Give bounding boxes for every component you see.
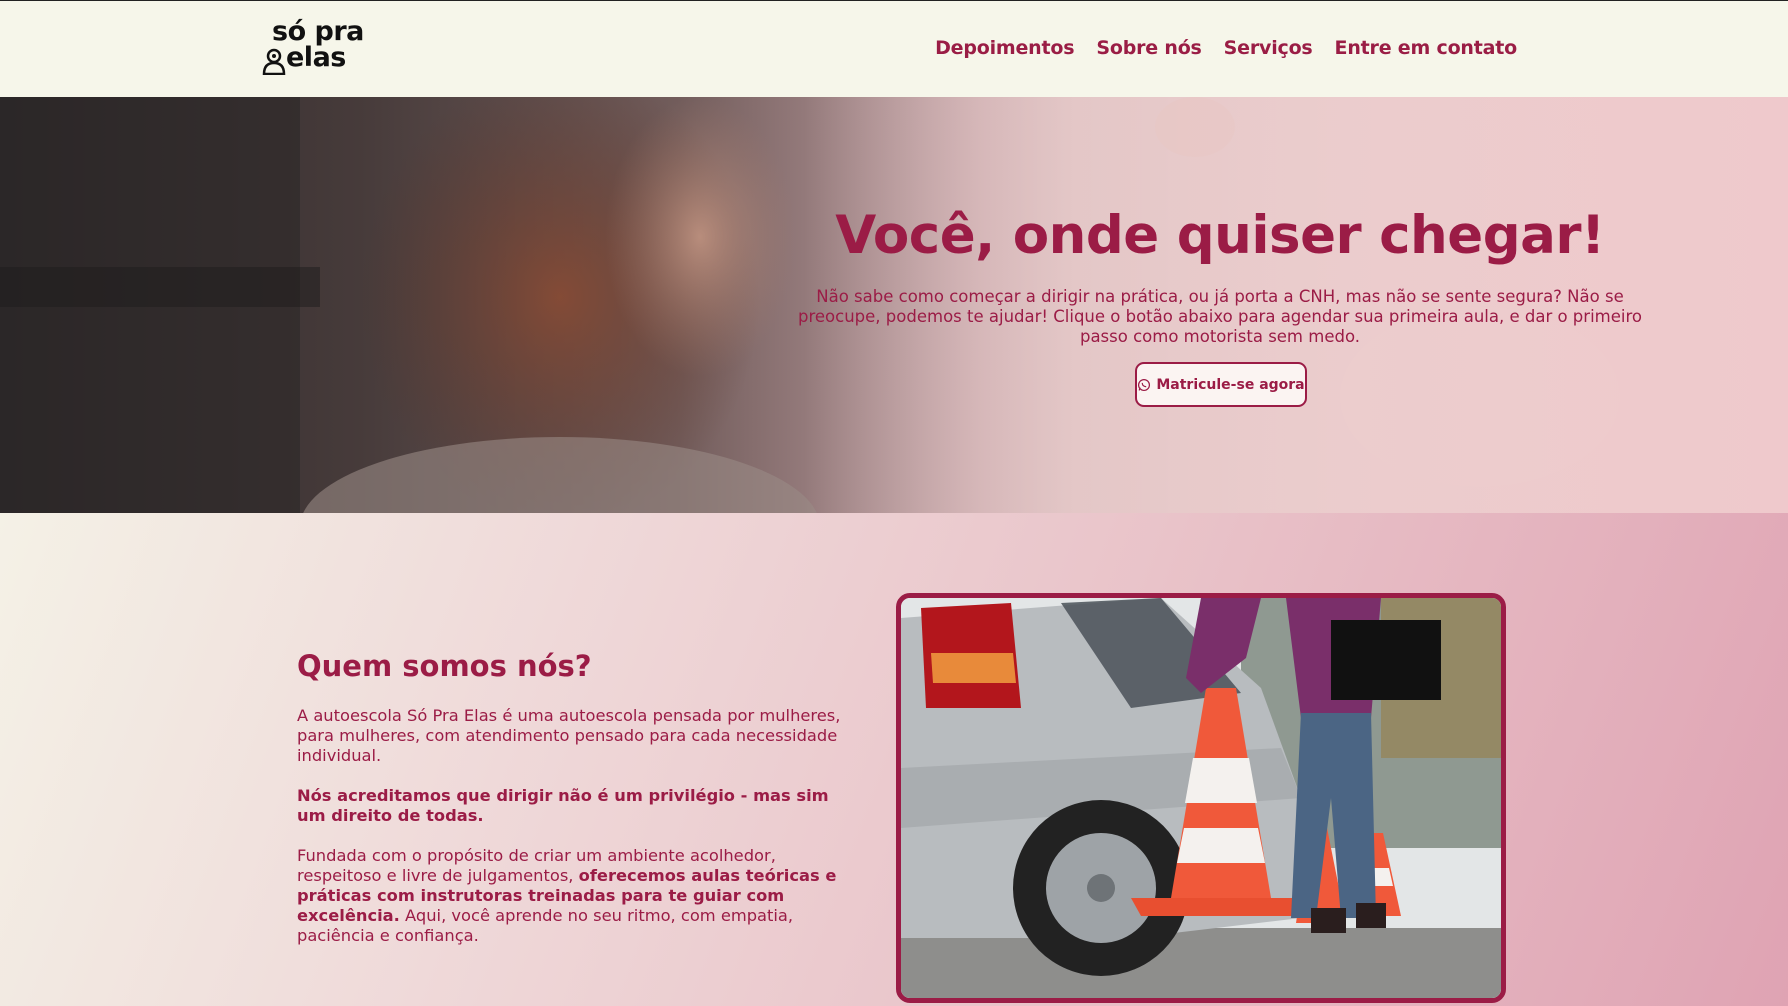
enroll-button[interactable]: Matricule-se agora xyxy=(1135,362,1307,407)
hero-description: Não sabe como começar a dirigir na práti… xyxy=(798,287,1642,346)
logo[interactable]: só pra elas xyxy=(258,18,366,75)
logo-text: só pra elas xyxy=(272,18,364,73)
nav-depoimentos[interactable]: Depoimentos xyxy=(935,37,1074,59)
about-paragraph-3: Fundada com o propósito de criar um ambi… xyxy=(297,846,842,946)
whatsapp-icon xyxy=(1138,378,1151,391)
about-paragraph-2: Nós acreditamos que dirigir não é um pri… xyxy=(297,786,842,826)
nav-sobre-nos[interactable]: Sobre nós xyxy=(1096,37,1202,59)
main-nav: Depoimentos Sobre nós Serviços Entre em … xyxy=(935,37,1517,59)
about-paragraph-2-bold: Nós acreditamos que dirigir não é um pri… xyxy=(297,786,829,825)
about-body: A autoescola Só Pra Elas é uma autoescol… xyxy=(297,706,842,966)
driving-lesson-image xyxy=(896,593,1506,1003)
about-title: Quem somos nós? xyxy=(297,649,592,683)
enroll-button-label: Matricule-se agora xyxy=(1156,376,1305,393)
nav-servicos[interactable]: Serviços xyxy=(1224,37,1313,59)
hero-section: Você, onde quiser chegar! Não sabe como … xyxy=(0,97,1788,513)
about-paragraph-1: A autoescola Só Pra Elas é uma autoescol… xyxy=(297,706,841,765)
logo-line-2: elas xyxy=(286,42,346,73)
site-header: só pra elas Depoimentos Sobre nós Serviç… xyxy=(0,0,1788,97)
nav-entre-em-contato[interactable]: Entre em contato xyxy=(1335,37,1518,59)
about-section: Quem somos nós? A autoescola Só Pra Elas… xyxy=(0,513,1788,1006)
car-and-cones-illustration xyxy=(901,598,1501,998)
hero-title: Você, onde quiser chegar! xyxy=(835,205,1605,266)
